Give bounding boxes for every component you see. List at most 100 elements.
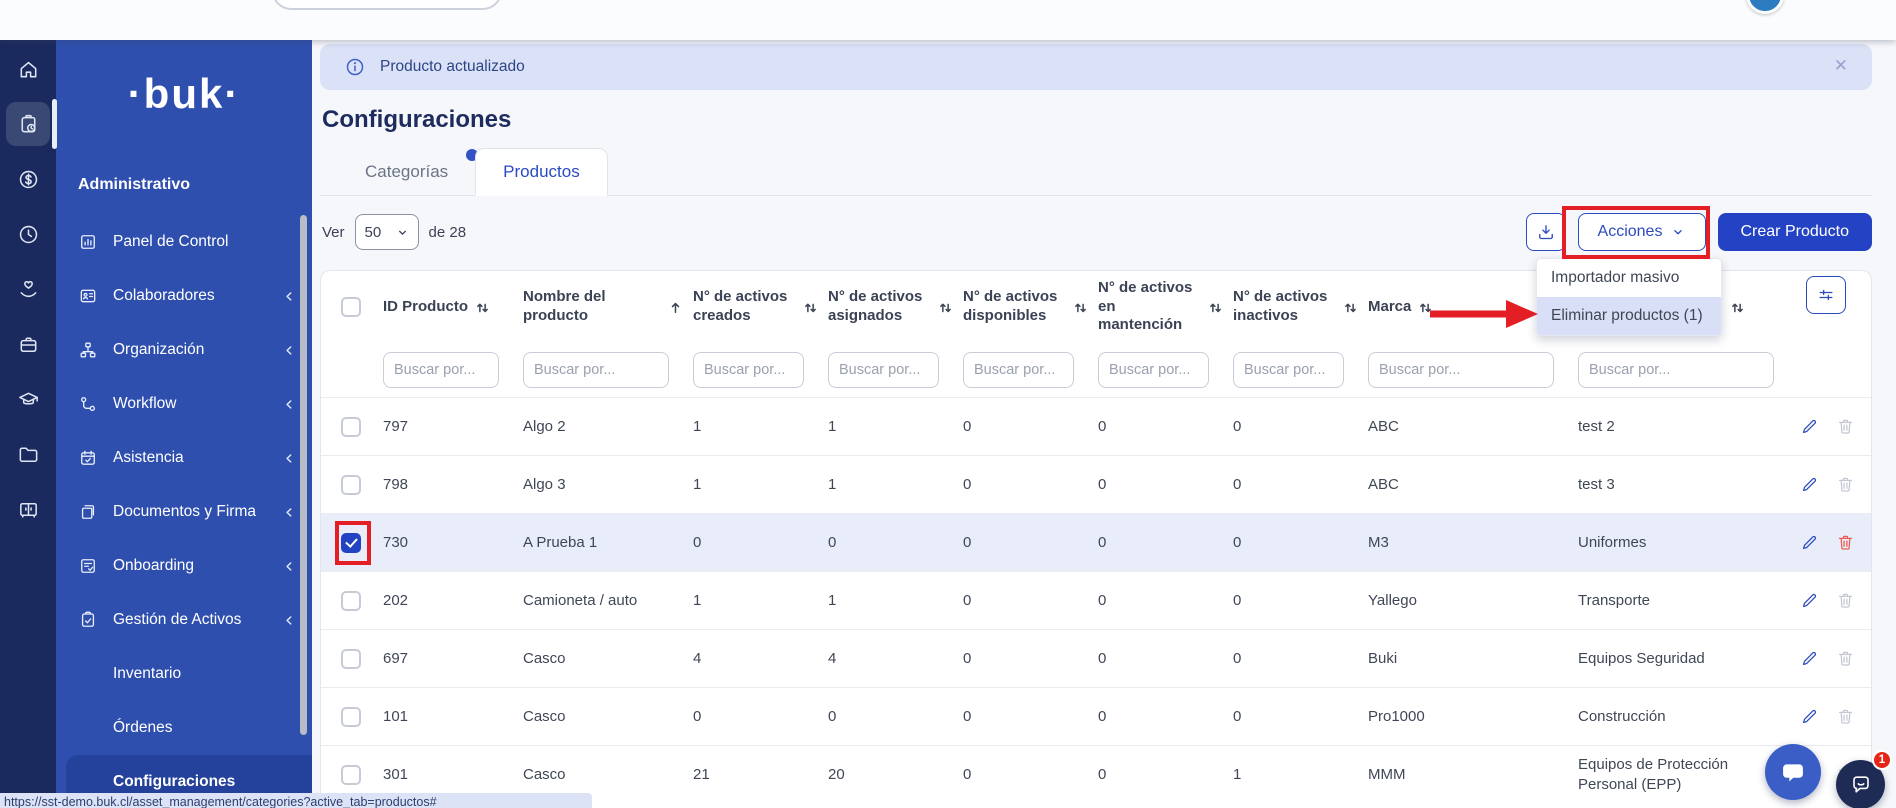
column-header-n°-de-activos-creados[interactable]: N° de activos creados <box>693 288 828 326</box>
column-header-n°-de-activos-asignados[interactable]: N° de activos asignados <box>828 288 963 326</box>
arrow-up-icon <box>668 300 683 315</box>
cell-value: Yallego <box>1368 592 1417 609</box>
crear-producto-button[interactable]: Crear Producto <box>1718 213 1873 251</box>
table-row: 730A Prueba 100000M3Uniformes <box>321 513 1871 571</box>
filter-input-6[interactable] <box>1233 352 1344 388</box>
row-checkbox[interactable] <box>341 649 361 669</box>
sidebar-subitem-inventario[interactable]: Inventario <box>56 647 312 701</box>
sidebar-scrollbar[interactable] <box>300 215 307 735</box>
rail-item-folder[interactable] <box>6 432 50 476</box>
row-checkbox-cell <box>337 456 383 513</box>
cell-marca: ABC <box>1368 417 1578 437</box>
download-icon <box>1536 222 1556 242</box>
row-checkbox[interactable] <box>341 591 361 611</box>
row-checkbox[interactable] <box>341 765 361 785</box>
sidebar-item-organizaci-n[interactable]: Organización <box>56 323 312 377</box>
select-all-checkbox[interactable] <box>341 297 361 317</box>
delete-icon[interactable] <box>1836 591 1855 610</box>
chat-launcher-button[interactable] <box>1765 744 1821 800</box>
row-checkbox[interactable] <box>341 707 361 727</box>
panel-icon <box>78 232 98 252</box>
sidebar-item-colaboradores[interactable]: Colaboradores <box>56 269 312 323</box>
row-checkbox[interactable] <box>341 475 361 495</box>
tab-productos[interactable]: Productos <box>475 148 608 196</box>
page-size-select[interactable]: 50 <box>355 214 419 250</box>
main-content: Producto actualizado ✕ Configuraciones C… <box>312 40 1896 808</box>
filter-cell <box>1098 352 1233 388</box>
cell-value: 797 <box>383 418 408 435</box>
sidebar-item-workflow[interactable]: Workflow <box>56 377 312 431</box>
rail-item-clock[interactable] <box>6 212 50 256</box>
filter-input-1[interactable] <box>523 352 669 388</box>
filter-input-7[interactable] <box>1368 352 1554 388</box>
column-header-n°-de-activos-inactivos[interactable]: N° de activos inactivos <box>1233 288 1368 326</box>
delete-icon[interactable] <box>1836 649 1855 668</box>
cell-value: 1 <box>1233 766 1241 783</box>
edit-icon[interactable] <box>1800 533 1819 552</box>
column-header-n°-de-activos-disponibles[interactable]: N° de activos disponibles <box>963 288 1098 326</box>
menu-item-eliminar-productos-1-[interactable]: Eliminar productos (1) <box>1537 297 1721 335</box>
column-header-id-producto[interactable]: ID Producto <box>383 298 523 317</box>
cell-value: 0 <box>963 708 971 725</box>
rail-item-graduation[interactable] <box>6 377 50 421</box>
rail-item-clipboard-clock[interactable] <box>6 102 50 146</box>
sidebar-item-asistencia[interactable]: Asistencia <box>56 431 312 485</box>
rail-item-briefcase[interactable] <box>6 322 50 366</box>
cell-value: 0 <box>1098 418 1106 435</box>
delete-icon[interactable] <box>1836 533 1855 552</box>
filter-input-2[interactable] <box>693 352 804 388</box>
sort-both-icon <box>938 300 953 315</box>
sidebar-subitem--rdenes[interactable]: Órdenes <box>56 701 312 755</box>
tab-bar: CategoríasProductos <box>320 148 1872 196</box>
sort-both-icon <box>1208 300 1223 315</box>
row-checkbox-cell <box>337 630 383 687</box>
filter-input-3[interactable] <box>828 352 939 388</box>
filter-input-0[interactable] <box>383 352 499 388</box>
edit-icon[interactable] <box>1800 707 1819 726</box>
delete-icon[interactable] <box>1836 417 1855 436</box>
rail-item-dollar[interactable] <box>6 157 50 201</box>
row-checkbox[interactable] <box>341 417 361 437</box>
rail-item-home[interactable] <box>6 47 50 91</box>
cell-value: Buki <box>1368 650 1397 667</box>
cell-value: 1 <box>693 476 701 493</box>
cell-value: 0 <box>1233 708 1241 725</box>
acciones-dropdown-menu: Importador masivoEliminar productos (1) <box>1536 258 1722 336</box>
cell-inactivos: 0 <box>1233 533 1368 553</box>
delete-icon[interactable] <box>1836 475 1855 494</box>
filter-cell <box>1368 352 1578 388</box>
row-checkbox-cell <box>337 514 383 571</box>
sidebar-item-panel-de-control[interactable]: Panel de Control <box>56 215 312 269</box>
column-settings-button[interactable] <box>1806 276 1846 314</box>
edit-icon[interactable] <box>1800 649 1819 668</box>
close-icon[interactable]: ✕ <box>1834 56 1848 76</box>
menu-item-importador-masivo[interactable]: Importador masivo <box>1537 259 1721 297</box>
sidebar-item-gesti-n-de-activos[interactable]: Gestión de Activos <box>56 593 312 647</box>
edit-icon[interactable] <box>1800 591 1819 610</box>
tab-categorías[interactable]: Categorías <box>338 148 475 196</box>
search-bar[interactable] <box>272 0 502 10</box>
cell-categoria: test 3 <box>1578 475 1798 495</box>
rail-item-hand-heart[interactable] <box>6 267 50 311</box>
download-button[interactable] <box>1526 213 1566 251</box>
delete-icon[interactable] <box>1836 707 1855 726</box>
user-avatar[interactable] <box>1746 0 1784 14</box>
cell-disponibles: 0 <box>963 765 1098 785</box>
rail-item-cabinet[interactable] <box>6 487 50 531</box>
acciones-button[interactable]: Acciones <box>1578 213 1706 251</box>
column-header-n°-de-activos-en-mantenci-n[interactable]: N° de activos en mantención <box>1098 279 1233 335</box>
cell-value: 0 <box>1098 476 1106 493</box>
filter-input-8[interactable] <box>1578 352 1774 388</box>
chevron-left-icon <box>282 613 296 627</box>
sidebar-item-documentos-y-firma[interactable]: Documentos y Firma <box>56 485 312 539</box>
filter-input-5[interactable] <box>1098 352 1209 388</box>
edit-icon[interactable] <box>1800 417 1819 436</box>
edit-icon[interactable] <box>1800 475 1819 494</box>
column-header-nombre-del-producto[interactable]: Nombre del producto <box>523 288 693 326</box>
sidebar-item-onboarding[interactable]: Onboarding <box>56 539 312 593</box>
filter-input-4[interactable] <box>963 352 1074 388</box>
cell-asignados: 1 <box>828 591 963 611</box>
cell-value: Camioneta / auto <box>523 592 637 609</box>
row-checkbox[interactable] <box>341 533 361 553</box>
cell-value: 0 <box>828 534 836 551</box>
